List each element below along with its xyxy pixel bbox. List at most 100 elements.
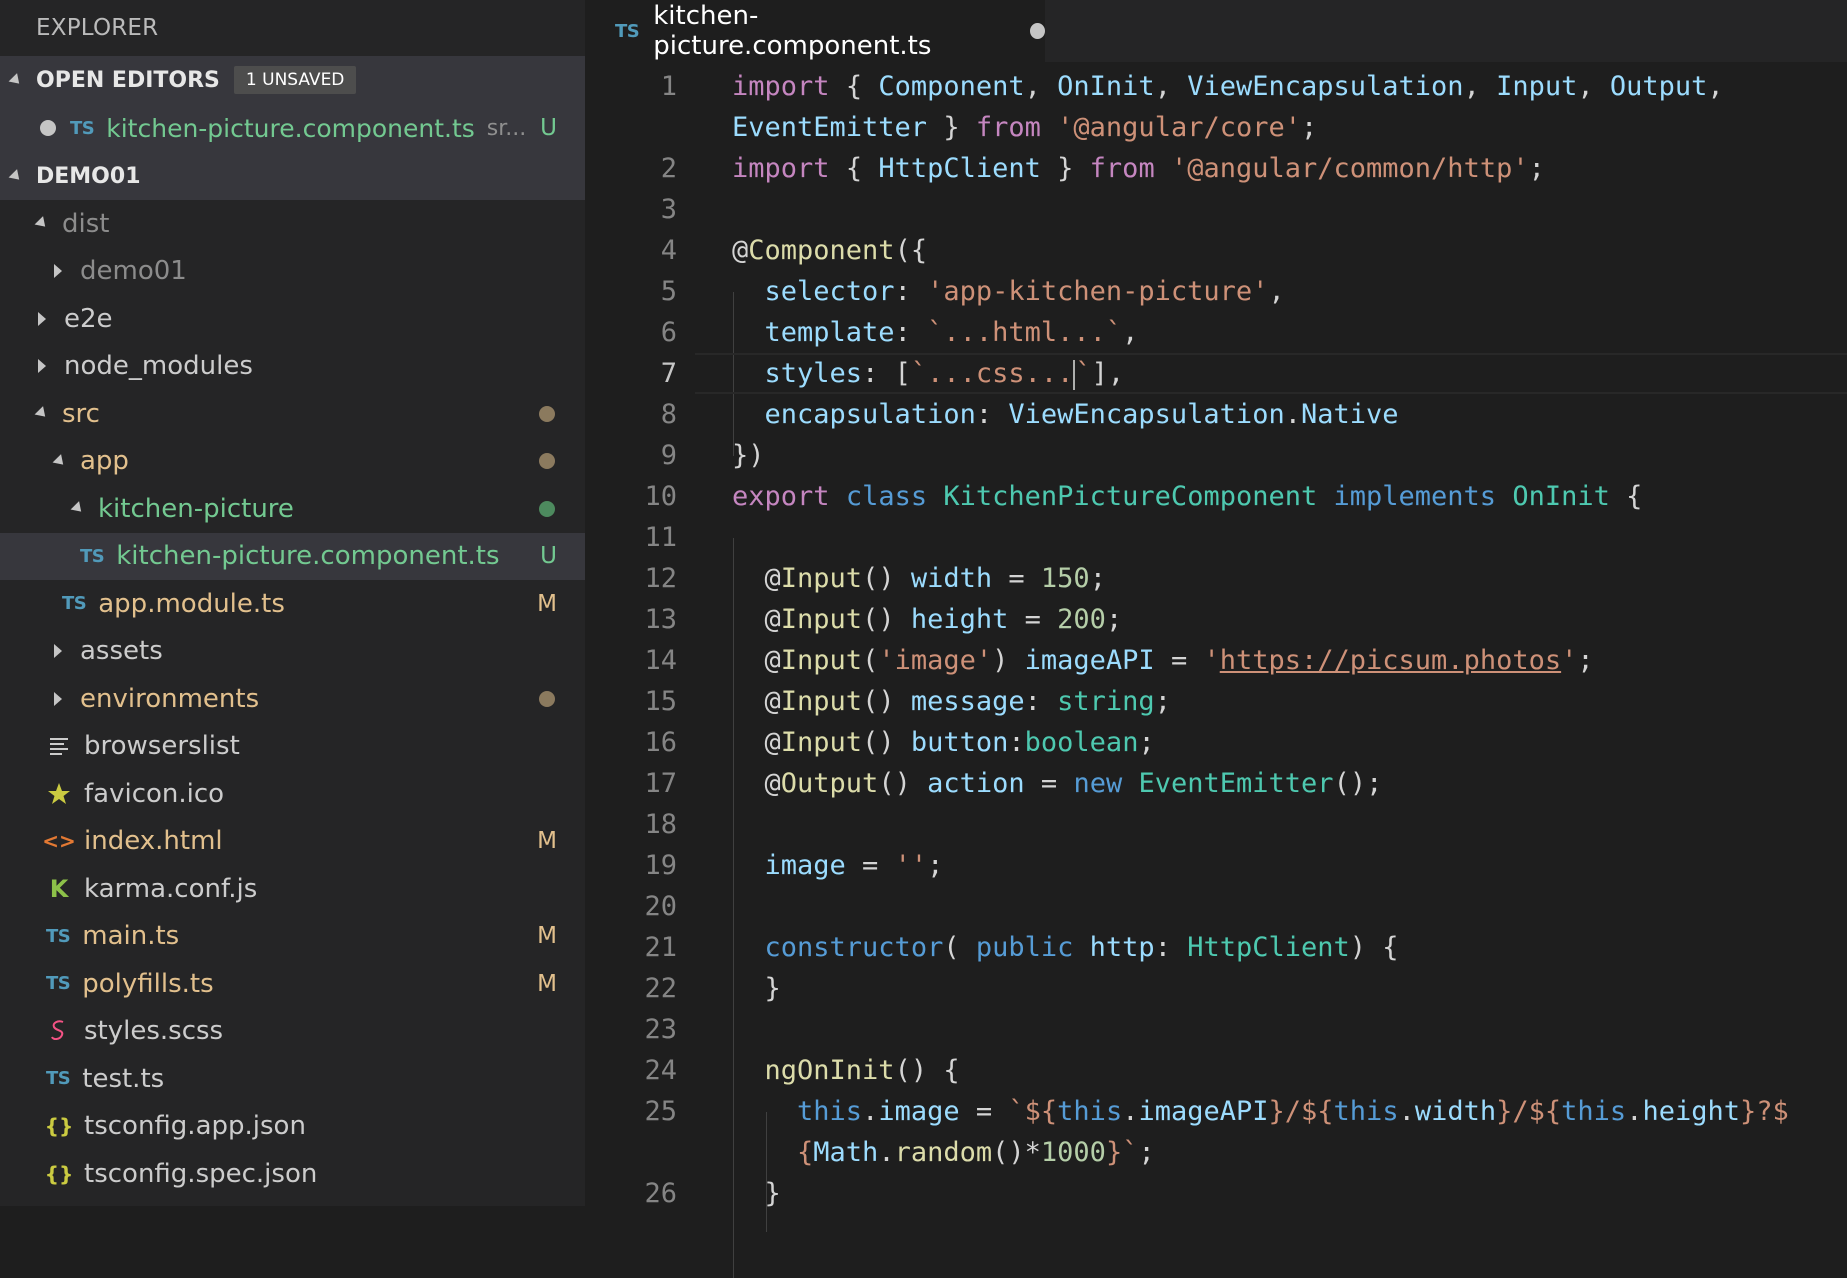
code-line[interactable]: 4 @Component({ [585, 230, 1847, 271]
tree-item-label: environments [80, 683, 260, 714]
tab-kitchen-picture-component[interactable]: TS kitchen-picture.component.ts [585, 0, 1045, 62]
code-line[interactable]: 6 template: `...html...`, [585, 312, 1847, 353]
code-text: {Math.random()*1000}`; [732, 1137, 1155, 1168]
chevron-down-icon [52, 453, 68, 469]
git-status-badge: U [540, 543, 557, 570]
typescript-file-icon: TS [615, 20, 640, 42]
code-line[interactable]: 25 this.image = `${this.imageAPI}/${this… [585, 1091, 1847, 1132]
code-line[interactable]: 17 @Output() action = new EventEmitter()… [585, 763, 1847, 804]
code-text: } [732, 1178, 781, 1209]
chevron-right-icon [38, 359, 46, 374]
tree-file-tsconfig-app[interactable]: {} tsconfig.app.json [0, 1103, 585, 1151]
tree-item-label: app.module.ts [98, 588, 285, 619]
tree-file-browserslist[interactable]: browserslist [0, 723, 585, 771]
code-line[interactable]: 18 [585, 804, 1847, 845]
modified-dot-icon [539, 405, 555, 422]
open-editor-filename: kitchen-picture.component.ts [106, 113, 475, 143]
tree-item-label: browserslist [84, 731, 240, 762]
tree-file-tsconfig-spec[interactable]: {} tsconfig.spec.json [0, 1150, 585, 1198]
code-line[interactable]: 2 import { HttpClient } from '@angular/co… [585, 148, 1847, 189]
tree-file-main-ts[interactable]: TS main.ts M [0, 913, 585, 961]
tree-file-test-ts[interactable]: TS test.ts [0, 1055, 585, 1103]
tree-folder-src[interactable]: src [0, 390, 585, 438]
tree-folder-dist[interactable]: dist [0, 200, 585, 248]
code-line[interactable]: 21 constructor( public http: HttpClient)… [585, 927, 1847, 968]
chevron-right-icon [54, 691, 62, 706]
code-line[interactable]: 12 @Input() width = 150; [585, 558, 1847, 599]
line-number: 7 [660, 358, 677, 389]
code-line[interactable]: 3 [585, 189, 1847, 230]
code-line[interactable]: 16 @Input() button:boolean; [585, 722, 1847, 763]
line-number: 3 [660, 194, 677, 225]
code-line[interactable]: 14 @Input('image') imageAPI = 'https://p… [585, 640, 1847, 681]
open-editor-item[interactable]: TS kitchen-picture.component.ts sr... U [0, 104, 585, 152]
line-number: 14 [644, 645, 677, 676]
open-editors-header[interactable]: OPEN EDITORS 1 UNSAVED [0, 56, 585, 104]
tree-folder-kitchen-picture[interactable]: kitchen-picture [0, 485, 585, 533]
tree-folder-node-modules[interactable]: node_modules [0, 343, 585, 391]
code-line[interactable]: EventEmitter } from '@angular/core'; [585, 107, 1847, 148]
code-text: styles: [`...css...`], [764, 358, 1125, 390]
tree-file-polyfills-ts[interactable]: TS polyfills.ts M [0, 960, 585, 1008]
git-status-badge: M [537, 828, 557, 855]
code-line[interactable]: 19 image = ''; [585, 845, 1847, 886]
tree-item-label: tsconfig.app.json [84, 1111, 306, 1142]
chevron-right-icon [38, 311, 46, 326]
code-line[interactable]: 5 selector: 'app-kitchen-picture', [585, 271, 1847, 312]
code-text: encapsulation: ViewEncapsulation.Native [764, 399, 1399, 430]
code-text: }) [732, 440, 765, 471]
untracked-dot-icon [539, 500, 555, 517]
code-line[interactable]: 13 @Input() height = 200; [585, 599, 1847, 640]
typescript-file-icon: TS [46, 973, 71, 995]
sass-icon [46, 1019, 72, 1043]
tree-file-favicon[interactable]: favicon.ico [0, 770, 585, 818]
tree-folder-app[interactable]: app [0, 438, 585, 486]
project-header[interactable]: DEMO01 [0, 152, 585, 200]
code-line[interactable]: 24 ngOnInit() { [585, 1050, 1847, 1091]
code-editor[interactable]: TS kitchen-picture.component.ts 1 import … [585, 0, 1847, 1278]
code-line[interactable]: 8 encapsulation: ViewEncapsulation.Nativ… [585, 394, 1847, 435]
line-number: 6 [660, 317, 677, 348]
unsaved-dot-icon[interactable] [40, 120, 56, 136]
line-number: 25 [644, 1096, 677, 1127]
code-text: selector: 'app-kitchen-picture', [764, 276, 1285, 307]
code-line[interactable]: {Math.random()*1000}`; [585, 1132, 1847, 1173]
code-area[interactable]: 1 import { Component, OnInit, ViewEncapsu… [585, 66, 1847, 1278]
code-line[interactable]: 20 [585, 886, 1847, 927]
star-icon [46, 782, 72, 806]
code-line[interactable]: 22 } [585, 968, 1847, 1009]
code-line-active[interactable]: 7 styles: [`...css...`], [585, 353, 1847, 394]
tree-item-label: karma.conf.js [84, 873, 258, 904]
tree-folder-e2e[interactable]: e2e [0, 295, 585, 343]
line-number: 24 [644, 1055, 677, 1086]
git-status-badge: M [537, 923, 557, 950]
code-line[interactable]: 26 } [585, 1173, 1847, 1214]
line-number: 21 [644, 932, 677, 963]
tree-item-label: polyfills.ts [82, 968, 214, 999]
typescript-file-icon: TS [62, 593, 87, 615]
code-line[interactable]: 9}) [585, 435, 1847, 476]
tree-file-karma-conf[interactable]: K karma.conf.js [0, 865, 585, 913]
tab-bar: TS kitchen-picture.component.ts [585, 0, 1847, 62]
tree-file-styles-scss[interactable]: styles.scss [0, 1008, 585, 1056]
project-label: DEMO01 [36, 163, 141, 189]
code-text: @Input() message: string; [732, 686, 1171, 717]
code-line[interactable]: 15 @Input() message: string; [585, 681, 1847, 722]
line-number: 9 [660, 440, 677, 471]
open-editors-section: OPEN EDITORS 1 UNSAVED TS kitchen-pictur… [0, 56, 585, 152]
line-number: 8 [660, 399, 677, 430]
tree-file-app-module[interactable]: TS app.module.ts M [0, 580, 585, 628]
tree-folder-assets[interactable]: assets [0, 628, 585, 676]
tree-folder-environments[interactable]: environments [0, 675, 585, 723]
tree-file-index-html[interactable]: <> index.html M [0, 818, 585, 866]
tree-file-kitchen-picture-component[interactable]: TS kitchen-picture.component.ts U [0, 532, 585, 580]
code-text: @Input() width = 150; [732, 563, 1106, 594]
code-line[interactable]: 1 import { Component, OnInit, ViewEncapsu… [585, 66, 1847, 107]
code-line[interactable]: 23 [585, 1009, 1847, 1050]
line-number: 26 [644, 1178, 677, 1209]
code-line[interactable]: 10 export class KitchenPictureComponent i… [585, 476, 1847, 517]
tree-folder-demo01[interactable]: demo01 [0, 248, 585, 296]
tree-item-label: kitchen-picture.component.ts [116, 541, 500, 572]
unsaved-dot-icon[interactable] [1030, 23, 1045, 39]
code-line[interactable]: 11 [585, 517, 1847, 558]
